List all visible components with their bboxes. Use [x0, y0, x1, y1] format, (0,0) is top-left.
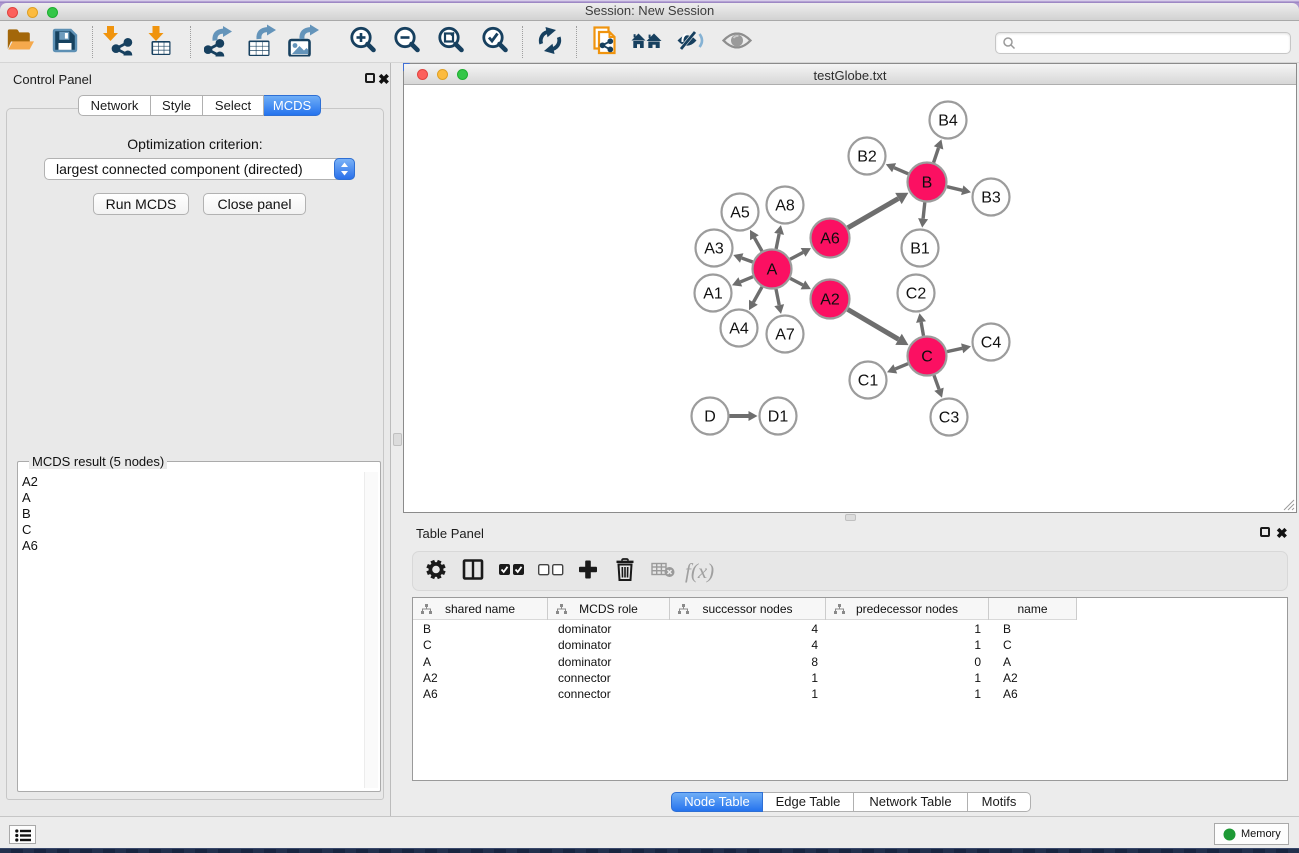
svg-text:D1: D1: [768, 409, 789, 426]
svg-text:A7: A7: [775, 327, 795, 344]
svg-text:B4: B4: [938, 113, 958, 130]
svg-text:D: D: [704, 409, 716, 426]
svg-text:C4: C4: [981, 335, 1002, 352]
svg-text:C3: C3: [939, 410, 960, 427]
svg-text:A8: A8: [775, 198, 795, 215]
svg-text:B3: B3: [981, 190, 1001, 207]
svg-text:A5: A5: [730, 205, 750, 222]
svg-text:C2: C2: [906, 286, 927, 303]
svg-text:B: B: [922, 175, 933, 192]
svg-text:B2: B2: [857, 149, 877, 166]
svg-text:A: A: [767, 262, 778, 279]
svg-text:A6: A6: [820, 231, 840, 248]
svg-text:A1: A1: [703, 286, 723, 303]
svg-text:B1: B1: [910, 241, 930, 258]
svg-text:A2: A2: [820, 292, 840, 309]
svg-text:C: C: [921, 349, 933, 366]
svg-text:A4: A4: [729, 321, 749, 338]
svg-text:C1: C1: [858, 373, 879, 390]
svg-text:A3: A3: [704, 241, 724, 258]
